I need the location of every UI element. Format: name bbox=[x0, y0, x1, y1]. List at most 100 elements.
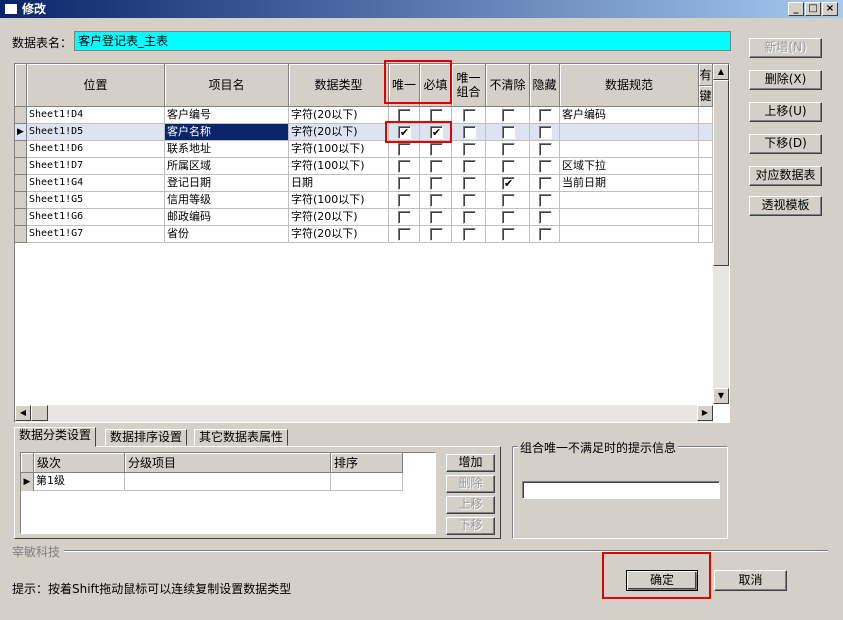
checkbox-unique-combo[interactable] bbox=[463, 126, 476, 139]
col-header-hidden[interactable]: 隐藏 bbox=[530, 64, 560, 107]
classify-col-level[interactable]: 级次 bbox=[34, 453, 125, 473]
cell-position[interactable]: Sheet1!G6 bbox=[27, 209, 165, 226]
col-header-key[interactable]: 键 bbox=[699, 86, 713, 107]
col-header-has[interactable]: 有 bbox=[699, 64, 713, 86]
cell-data-type[interactable]: 字符(20以下) bbox=[289, 226, 389, 243]
checkbox-required[interactable] bbox=[430, 194, 443, 207]
checkbox-unique-combo[interactable] bbox=[463, 177, 476, 190]
close-button[interactable]: × bbox=[822, 2, 838, 16]
classify-col-item[interactable]: 分级项目 bbox=[125, 453, 331, 473]
cell-position[interactable]: Sheet1!G7 bbox=[27, 226, 165, 243]
checkbox-unique[interactable] bbox=[398, 177, 411, 190]
col-header-item-name[interactable]: 项目名 bbox=[165, 64, 289, 107]
cell-data-type[interactable]: 字符(100以下) bbox=[289, 158, 389, 175]
table-row[interactable]: Sheet1!D4 客户编号 字符(20以下) 客户编码 bbox=[15, 107, 715, 124]
cell-position[interactable]: Sheet1!D6 bbox=[27, 141, 165, 158]
classify-up-button[interactable]: 上移 bbox=[446, 496, 495, 514]
checkbox-unique-combo[interactable] bbox=[463, 228, 476, 241]
checkbox-required[interactable] bbox=[430, 143, 443, 156]
ok-button[interactable]: 确定 bbox=[626, 570, 698, 591]
scroll-right-arrow[interactable]: ▶ bbox=[697, 405, 713, 421]
checkbox-unique-combo[interactable] bbox=[463, 109, 476, 122]
table-row[interactable]: Sheet1!G5 信用等级 字符(100以下) bbox=[15, 192, 715, 209]
cell-data-spec[interactable]: 客户编码 bbox=[560, 107, 699, 124]
cell-data-spec[interactable] bbox=[560, 226, 699, 243]
scroll-up-arrow[interactable]: ▲ bbox=[713, 64, 729, 80]
combo-unique-message-input[interactable] bbox=[522, 481, 720, 499]
cell-key[interactable] bbox=[699, 158, 713, 175]
cell-key[interactable] bbox=[699, 209, 713, 226]
checkbox-hidden[interactable] bbox=[539, 143, 552, 156]
table-row[interactable]: ▶ Sheet1!D5 客户名称 字符(20以下) ✔ ✔ bbox=[15, 124, 715, 141]
cell-position[interactable]: Sheet1!D4 bbox=[27, 107, 165, 124]
cell-data-spec[interactable]: 区域下拉 bbox=[560, 158, 699, 175]
cell-position[interactable]: Sheet1!G4 bbox=[27, 175, 165, 192]
classify-cell-item[interactable] bbox=[125, 473, 331, 491]
fields-grid[interactable]: 位置 项目名 数据类型 唯一 必填 唯一 组合 不清除 隐藏 数据规范 有 键 … bbox=[14, 63, 730, 423]
checkbox-unique[interactable] bbox=[398, 194, 411, 207]
col-header-unique-combo[interactable]: 唯一 组合 bbox=[452, 64, 486, 107]
checkbox-no-clear[interactable]: ✔ bbox=[502, 177, 515, 190]
move-down-button[interactable]: 下移(D) bbox=[749, 134, 822, 154]
cancel-button[interactable]: 取消 bbox=[714, 570, 787, 591]
checkbox-unique[interactable] bbox=[398, 143, 411, 156]
checkbox-unique-combo[interactable] bbox=[463, 143, 476, 156]
pivot-template-button[interactable]: 透视模板 bbox=[749, 196, 822, 216]
tab-classify-settings[interactable]: 数据分类设置 bbox=[14, 427, 97, 447]
cell-data-type[interactable]: 字符(100以下) bbox=[289, 192, 389, 209]
checkbox-unique-combo[interactable] bbox=[463, 211, 476, 224]
checkbox-no-clear[interactable] bbox=[502, 160, 515, 173]
delete-button[interactable]: 删除(X) bbox=[749, 70, 822, 90]
scroll-down-arrow[interactable]: ▼ bbox=[713, 388, 729, 404]
cell-data-type[interactable]: 字符(100以下) bbox=[289, 141, 389, 158]
col-header-data-spec[interactable]: 数据规范 bbox=[560, 64, 699, 107]
cell-item-name[interactable]: 信用等级 bbox=[165, 192, 289, 209]
cell-data-spec[interactable] bbox=[560, 192, 699, 209]
classify-add-button[interactable]: 增加 bbox=[446, 454, 495, 472]
tab-sort-settings[interactable]: 数据排序设置 bbox=[105, 429, 188, 446]
cell-item-name[interactable]: 所属区域 bbox=[165, 158, 289, 175]
cell-key[interactable] bbox=[699, 192, 713, 209]
checkbox-hidden[interactable] bbox=[539, 126, 552, 139]
cell-position[interactable]: Sheet1!D5 bbox=[27, 124, 165, 141]
cell-data-spec[interactable] bbox=[560, 141, 699, 158]
checkbox-unique-combo[interactable] bbox=[463, 160, 476, 173]
checkbox-unique[interactable] bbox=[398, 211, 411, 224]
move-up-button[interactable]: 上移(U) bbox=[749, 102, 822, 122]
checkbox-required[interactable] bbox=[430, 177, 443, 190]
cell-data-type[interactable]: 字符(20以下) bbox=[289, 209, 389, 226]
checkbox-required[interactable] bbox=[430, 228, 443, 241]
col-header-no-clear[interactable]: 不清除 bbox=[486, 64, 530, 107]
cell-data-spec[interactable] bbox=[560, 124, 699, 141]
map-table-button[interactable]: 对应数据表 bbox=[749, 166, 822, 186]
col-header-position[interactable]: 位置 bbox=[27, 64, 165, 107]
checkbox-hidden[interactable] bbox=[539, 177, 552, 190]
cell-data-type[interactable]: 字符(20以下) bbox=[289, 124, 389, 141]
cell-item-name[interactable]: 客户名称 bbox=[165, 124, 289, 141]
cell-position[interactable]: Sheet1!G5 bbox=[27, 192, 165, 209]
checkbox-no-clear[interactable] bbox=[502, 211, 515, 224]
checkbox-required[interactable] bbox=[430, 211, 443, 224]
cell-position[interactable]: Sheet1!D7 bbox=[27, 158, 165, 175]
row-header[interactable] bbox=[15, 192, 27, 209]
table-row[interactable]: Sheet1!G6 邮政编码 字符(20以下) bbox=[15, 209, 715, 226]
cell-key[interactable] bbox=[699, 226, 713, 243]
row-header[interactable] bbox=[15, 141, 27, 158]
classify-grid[interactable]: 级次 分级项目 排序 ▶ 第1级 bbox=[20, 452, 436, 534]
checkbox-hidden[interactable] bbox=[539, 109, 552, 122]
cell-data-type[interactable]: 日期 bbox=[289, 175, 389, 192]
row-header[interactable] bbox=[15, 175, 27, 192]
tab-other-properties[interactable]: 其它数据表属性 bbox=[194, 429, 289, 446]
cell-data-type[interactable]: 字符(20以下) bbox=[289, 107, 389, 124]
scroll-left-arrow[interactable]: ◀ bbox=[15, 405, 31, 421]
table-row[interactable]: Sheet1!G7 省份 字符(20以下) bbox=[15, 226, 715, 243]
row-header[interactable] bbox=[15, 226, 27, 243]
checkbox-hidden[interactable] bbox=[539, 160, 552, 173]
row-header[interactable] bbox=[15, 107, 27, 124]
checkbox-no-clear[interactable] bbox=[502, 194, 515, 207]
row-header[interactable] bbox=[15, 209, 27, 226]
classify-cell-level[interactable]: 第1级 bbox=[34, 473, 125, 491]
scroll-thumb[interactable] bbox=[713, 80, 729, 266]
table-name-input[interactable]: 客户登记表_主表 bbox=[74, 31, 731, 51]
cell-item-name[interactable]: 登记日期 bbox=[165, 175, 289, 192]
